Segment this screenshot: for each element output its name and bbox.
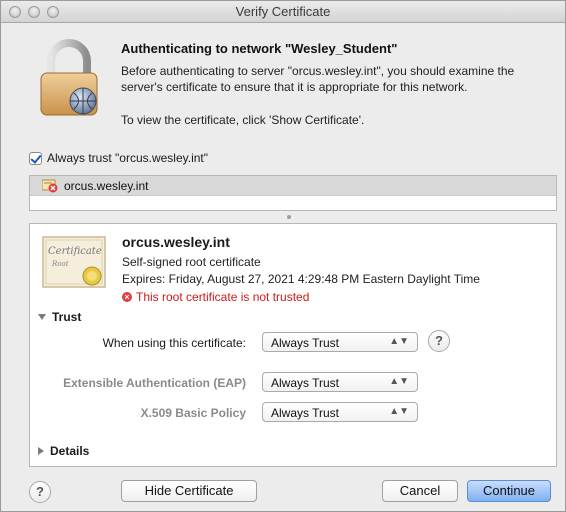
certificate-error-icon [42, 179, 58, 193]
trust-when-using-value: Always Trust [271, 336, 340, 350]
error-x-icon: × [122, 292, 132, 302]
certificate-details-pane: Certificate Root orcus.wesley.int Self-s… [29, 223, 557, 467]
x509-label: X.509 Basic Policy [140, 406, 246, 420]
eap-label: Extensible Authentication (EAP) [63, 376, 246, 390]
select-arrows-icon: ▲▼ [389, 336, 409, 347]
window-title: Verify Certificate [235, 4, 331, 19]
always-trust-checkbox[interactable] [29, 151, 42, 165]
trust-section-toggle[interactable]: Trust [38, 310, 81, 324]
padlock-icon [40, 39, 98, 116]
certificate-warning-text: This root certificate is not trusted [136, 290, 310, 304]
dialog-description: Before authenticating to server "orcus.w… [121, 64, 515, 94]
title-bar: Verify Certificate [1, 1, 565, 23]
trust-when-using-select[interactable]: Always Trust ▲▼ [262, 332, 418, 352]
eap-select[interactable]: Always Trust ▲▼ [262, 372, 418, 392]
x509-value: Always Trust [271, 406, 340, 420]
pane-splitter[interactable] [29, 211, 557, 223]
dialog-heading: Authenticating to network "Wesley_Studen… [121, 41, 398, 56]
cancel-button[interactable]: Cancel [382, 480, 458, 502]
certificate-expiration: Expires: Friday, August 27, 2021 4:29:48… [122, 272, 480, 286]
trust-section-title: Trust [52, 310, 82, 324]
certificate-image-root: Root [51, 260, 69, 268]
continue-button[interactable]: Continue [467, 480, 551, 502]
verify-certificate-window: Verify Certificate Authenticating to net… [0, 0, 566, 512]
details-section-title: Details [50, 444, 90, 458]
dialog-instruction: To view the certificate, click 'Show Cer… [121, 113, 365, 127]
trust-help-button[interactable]: ? [428, 330, 450, 352]
trust-when-using-label: When using this certificate: [102, 336, 246, 350]
always-trust-row[interactable]: Always trust "orcus.wesley.int" [29, 151, 208, 165]
certificate-list-item[interactable]: orcus.wesley.int [30, 176, 556, 196]
details-section-toggle[interactable]: Details [38, 444, 89, 458]
disclosure-triangle-icon [38, 447, 44, 455]
certificate-icon: Certificate Root [42, 236, 106, 288]
eap-value: Always Trust [271, 376, 340, 390]
disclosure-triangle-icon [38, 314, 46, 320]
certificate-name: orcus.wesley.int [122, 234, 230, 250]
help-button[interactable]: ? [29, 481, 51, 503]
select-arrows-icon: ▲▼ [389, 406, 409, 417]
certificate-list: orcus.wesley.int [29, 175, 557, 211]
x509-select[interactable]: Always Trust ▲▼ [262, 402, 418, 422]
certificate-warning: × This root certificate is not trusted [122, 290, 309, 304]
hide-certificate-button[interactable]: Hide Certificate [121, 480, 257, 502]
certificate-type: Self-signed root certificate [122, 255, 261, 269]
select-arrows-icon: ▲▼ [389, 376, 409, 387]
certificate-list-item-label: orcus.wesley.int [64, 179, 149, 193]
certificate-image-title: Certificate [48, 246, 102, 257]
always-trust-label[interactable]: Always trust "orcus.wesley.int" [47, 151, 208, 165]
